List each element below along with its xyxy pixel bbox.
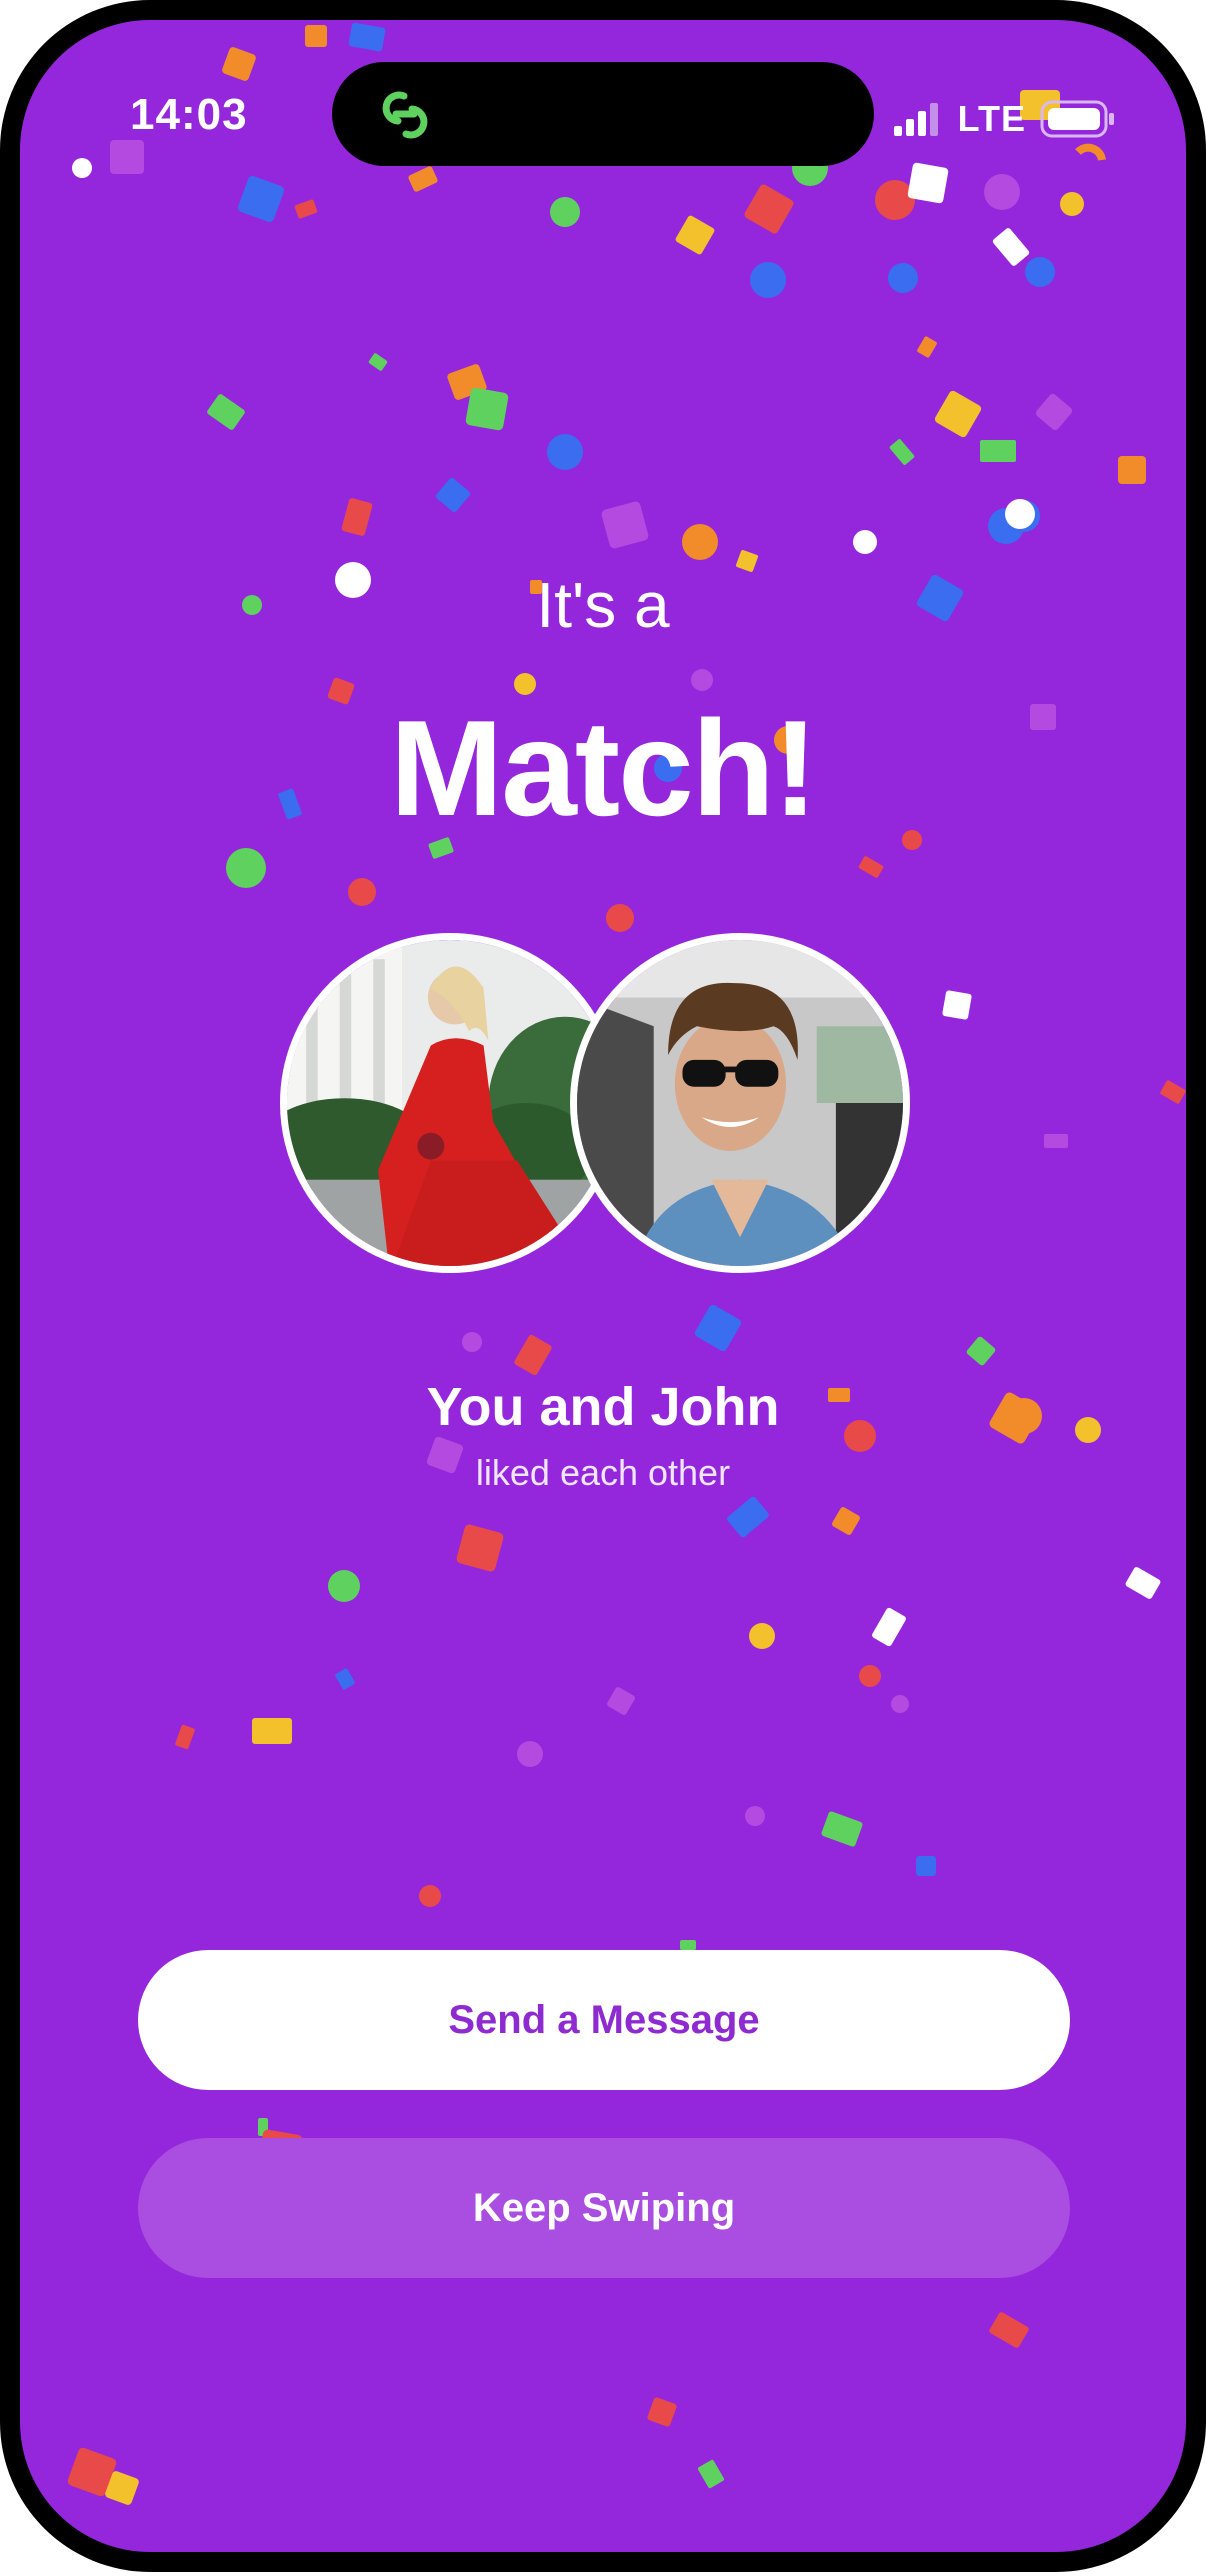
cellular-signal-icon (893, 103, 938, 136)
keep-swiping-button[interactable]: Keep Swiping (138, 2138, 1070, 2278)
match-screen: 14:03 LTE It's a Match! You and John lik… (20, 20, 1186, 2552)
network-type: LTE (957, 98, 1026, 139)
phone-frame: 14:03 LTE It's a Match! You and John lik… (0, 0, 1206, 2572)
send-message-button[interactable]: Send a Message (138, 1950, 1070, 2090)
match-photo (577, 940, 903, 1266)
status-indicators: LTE (893, 98, 1116, 140)
dynamic-island (332, 62, 874, 166)
match-subtitle: liked each other (475, 1452, 731, 1493)
match-names: You and John (426, 1377, 780, 1437)
match-avatar (570, 933, 910, 1273)
user-avatar (280, 933, 620, 1273)
match-title-prefix: It's a (536, 569, 670, 641)
link-rings-icon (382, 91, 428, 139)
status-time: 14:03 (130, 90, 248, 139)
match-title: Match! (389, 692, 818, 844)
user-photo (287, 940, 613, 1266)
battery-icon (1040, 100, 1114, 138)
